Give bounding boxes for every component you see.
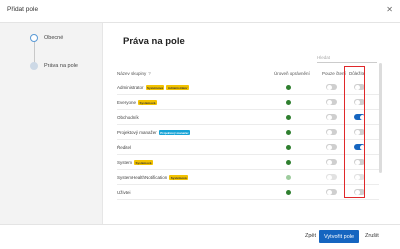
read-only-toggle[interactable] [326, 174, 337, 180]
group-tag-badge: Systémová [138, 100, 157, 106]
toggle-knob [354, 174, 360, 180]
group-name: Ředitel [117, 145, 131, 150]
read-only-toggle[interactable] [326, 159, 337, 165]
group-name-text: Projektový manažer [117, 130, 157, 135]
toggle-knob [354, 99, 360, 105]
read-only-toggle[interactable] [326, 129, 337, 135]
close-icon[interactable]: ✕ [386, 5, 393, 14]
toggle-knob [359, 114, 365, 120]
group-name-text: Uživtei [117, 190, 131, 195]
group-tag-badge: Systémová [169, 175, 189, 181]
step-dot-icon [30, 62, 38, 70]
important-toggle[interactable] [354, 84, 365, 90]
permission-level-indicator[interactable] [286, 85, 291, 90]
important-toggle[interactable] [354, 174, 365, 180]
group-tag-badge: Projektový manažer [158, 130, 191, 136]
back-button[interactable]: Zpět [305, 233, 316, 239]
read-only-toggle[interactable] [326, 84, 337, 90]
group-name: Uživtei [117, 190, 131, 195]
table-row: Ředitel [117, 141, 379, 155]
create-field-button[interactable]: Vytvořit pole [319, 230, 359, 243]
permission-level-indicator[interactable] [286, 115, 291, 120]
search-input[interactable] [317, 53, 377, 63]
table-row: SystemHealthNotification Systémová [117, 171, 379, 185]
toggle-knob [359, 144, 365, 150]
permission-level-indicator[interactable] [286, 130, 291, 135]
toggle-knob [354, 129, 360, 135]
read-only-toggle[interactable] [326, 189, 337, 195]
toggle-knob [354, 159, 360, 165]
group-name: Administrator Systémová Administrátor [117, 85, 190, 91]
column-label: Název skupiny [117, 71, 147, 76]
important-toggle[interactable] [354, 129, 365, 135]
step-general[interactable]: Obecné [30, 34, 63, 42]
group-name: Projektový manažer Projektový manažer [117, 130, 191, 136]
step-label: Práva na pole [44, 63, 78, 69]
help-icon[interactable]: ? [148, 71, 151, 76]
important-toggle[interactable] [354, 114, 365, 120]
read-only-toggle[interactable] [326, 114, 337, 120]
toggle-knob [326, 159, 332, 165]
toggle-knob [354, 84, 360, 90]
read-only-toggle[interactable] [326, 99, 337, 105]
permission-level-indicator[interactable] [286, 175, 291, 180]
table-row: Everyone Systémová [117, 96, 379, 110]
dialog-title: Přidat pole [7, 6, 39, 13]
important-toggle[interactable] [354, 189, 365, 195]
table-row: Administrator Systémová Administrátor [117, 81, 379, 95]
toggle-knob [354, 189, 360, 195]
toggle-knob [326, 114, 332, 120]
table-row: System Systémová [117, 156, 379, 170]
step-dot-icon [30, 34, 38, 42]
column-header-read-only: Pouze čtení [322, 71, 346, 76]
dialog-header: Přidat pole ✕ [0, 0, 400, 23]
toggle-knob [326, 129, 332, 135]
group-name-text: Ředitel [117, 145, 132, 150]
dialog-footer: Zpět Vytvořit pole Zrušit [0, 224, 400, 249]
page-title: Práva na pole [123, 36, 185, 47]
toggle-knob [326, 174, 332, 180]
permission-level-indicator[interactable] [286, 100, 291, 105]
table-row: Obchodník [117, 111, 379, 125]
group-tag-badge: Systémová [134, 160, 153, 166]
important-toggle[interactable] [354, 144, 365, 150]
permission-level-indicator[interactable] [286, 160, 291, 165]
table-header: Název skupiny? Úroveň oprávnění Pouze čt… [117, 68, 379, 80]
group-name-text: Obchodník [117, 115, 139, 120]
column-header-name: Název skupiny? [117, 71, 151, 76]
toggle-knob [326, 99, 332, 105]
table-row: Projektový manažer Projektový manažer [117, 126, 379, 140]
group-name: SystemHealthNotification Systémová [117, 175, 189, 181]
step-label: Obecné [44, 35, 64, 41]
column-header-level: Úroveň oprávnění [274, 71, 310, 76]
group-name-text: Administrator [117, 85, 144, 90]
permission-level-indicator[interactable] [286, 145, 291, 150]
toggle-knob [326, 144, 332, 150]
permission-level-indicator[interactable] [286, 190, 291, 195]
group-name: System Systémová [117, 160, 153, 166]
add-field-dialog: Přidat pole ✕ Obecné Práva na pole Práva… [0, 0, 400, 249]
wizard-steps: Obecné Práva na pole [0, 23, 103, 224]
group-name: Obchodník [117, 115, 139, 120]
group-name: Everyone Systémová [117, 100, 157, 106]
toggle-knob [326, 84, 332, 90]
column-header-important: Důležité [349, 71, 366, 76]
group-name-text: System [117, 160, 133, 165]
read-only-toggle[interactable] [326, 144, 337, 150]
scrollbar[interactable] [379, 63, 382, 173]
important-toggle[interactable] [354, 99, 365, 105]
group-name-text: Everyone [117, 100, 137, 105]
table-row: Uživtei [117, 186, 379, 200]
important-toggle[interactable] [354, 159, 365, 165]
toggle-knob [326, 189, 332, 195]
main-content: Práva na pole Název skupiny? Úroveň oprá… [103, 23, 400, 224]
step-field-rights[interactable]: Práva na pole [30, 62, 78, 70]
group-tag-badge: Administrátor [166, 85, 190, 91]
cancel-button[interactable]: Zrušit [365, 233, 379, 239]
group-name-text: SystemHealthNotification [117, 175, 168, 180]
group-tag-badge: Systémová [145, 85, 165, 91]
